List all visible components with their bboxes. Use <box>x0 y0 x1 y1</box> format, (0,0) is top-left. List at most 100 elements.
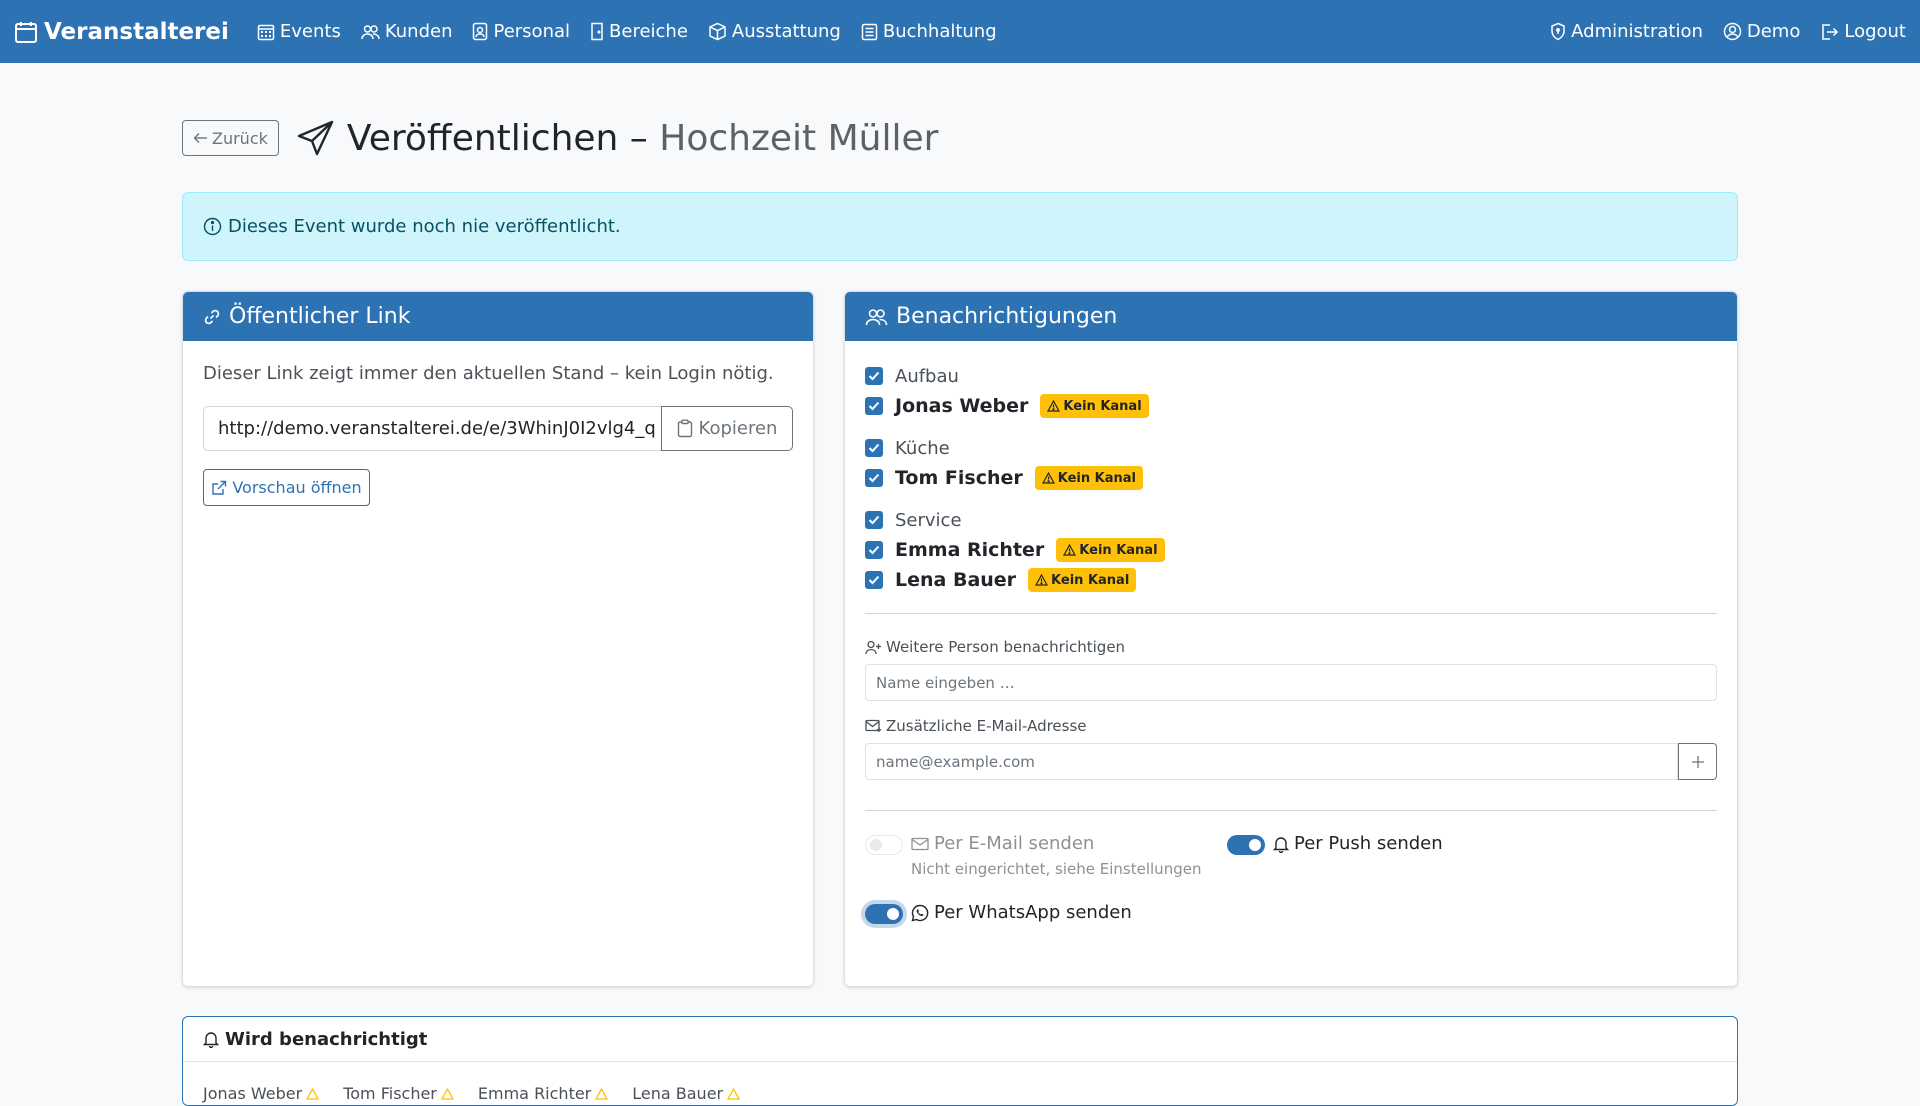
recipient-name: Tom Fischer <box>343 1084 437 1103</box>
add-email-button[interactable] <box>1678 743 1717 780</box>
person-checkbox[interactable] <box>865 571 883 589</box>
bell-icon <box>1273 835 1289 853</box>
public-link-input[interactable]: http://demo.veranstalterei.de/e/3WhinJ0I… <box>203 406 661 451</box>
warning-icon <box>306 1087 320 1100</box>
recipient-name: Lena Bauer <box>632 1084 724 1103</box>
badge-label: Kein Kanal <box>1063 398 1142 414</box>
group-label: Küche <box>895 437 950 459</box>
clipboard-icon <box>677 419 693 438</box>
extra-email-input[interactable]: name@example.com <box>865 743 1678 780</box>
email-switch-item: Per E-Mail senden Nicht eingerichtet, si… <box>865 833 1227 878</box>
extra-email-label: Zusätzliche E-Mail-Adresse <box>886 717 1087 735</box>
recipient-name: Emma Richter <box>477 1084 592 1103</box>
people-icon <box>865 307 888 327</box>
nav-administration[interactable]: Administration <box>1550 21 1703 42</box>
warning-icon <box>727 1087 741 1100</box>
warning-icon <box>1047 400 1061 412</box>
info-alert: Dieses Event wurde noch nie veröffentlic… <box>182 192 1738 261</box>
recipients-list: Jonas Weber Tom Fischer Emma Richter Len… <box>183 1062 1737 1103</box>
person-name: Emma Richter <box>895 539 1045 561</box>
push-switch-label-row: Per Push senden <box>1273 833 1443 854</box>
divider <box>865 810 1717 811</box>
person-row: Jonas Weber Kein Kanal <box>865 391 1717 421</box>
nav-buchhaltung[interactable]: Buchhaltung <box>861 21 997 42</box>
group-row-aufbau: Aufbau <box>865 361 1717 391</box>
person-name: Lena Bauer <box>895 569 1017 591</box>
group-label: Service <box>895 509 962 531</box>
send-icon <box>297 119 335 157</box>
nav-label: Events <box>279 21 341 42</box>
back-button[interactable]: Zurück <box>182 120 279 156</box>
brand[interactable]: Veranstalterei <box>14 19 229 45</box>
copy-button[interactable]: Kopieren <box>661 406 793 451</box>
info-circle-icon <box>203 217 222 236</box>
no-channel-badge: Kein Kanal <box>1056 538 1165 562</box>
nav-events[interactable]: Events <box>257 21 341 42</box>
warning-icon <box>1041 472 1055 484</box>
push-switch[interactable] <box>1227 835 1265 855</box>
group-checkbox-service[interactable] <box>865 511 883 529</box>
nav-kunden[interactable]: Kunden <box>361 21 452 42</box>
preview-label: Vorschau öffnen <box>232 478 362 497</box>
recipients-card: Wird benachrichtigt Jonas Weber Tom Fisc… <box>182 1016 1738 1106</box>
nav-personal[interactable]: Personal <box>472 21 570 42</box>
badge-label: Kein Kanal <box>1079 542 1158 558</box>
push-switch-label: Per Push senden <box>1294 833 1443 854</box>
nav-bereiche[interactable]: Bereiche <box>590 21 688 42</box>
nav-label: Demo <box>1746 21 1801 42</box>
group-checkbox-kueche[interactable] <box>865 439 883 457</box>
copy-label: Kopieren <box>698 418 778 439</box>
email-switch[interactable] <box>865 835 903 855</box>
no-channel-badge: Kein Kanal <box>1028 568 1137 592</box>
public-link-title: Öffentlicher Link <box>229 304 411 329</box>
external-link-icon <box>211 480 227 496</box>
recipient-item: Emma Richter <box>477 1084 609 1103</box>
plus-icon <box>1691 755 1705 769</box>
public-link-description: Dieser Link zeigt immer den aktuellen St… <box>203 363 774 384</box>
email-switch-hint: Nicht eingerichtet, siehe Einstellungen <box>911 860 1202 878</box>
person-checkbox[interactable] <box>865 469 883 487</box>
email-switch-label-row: Per E-Mail senden <box>911 833 1201 854</box>
divider <box>865 613 1717 614</box>
nav-label: Administration <box>1571 21 1703 42</box>
notifications-card: Benachrichtigungen Aufbau Jonas Weber Ke… <box>844 291 1738 987</box>
nav-label: Bereiche <box>609 21 688 42</box>
whatsapp-switch-label-row: Per WhatsApp senden <box>911 902 1132 923</box>
nav-ausstattung[interactable]: Ausstattung <box>708 21 841 42</box>
person-badge-icon <box>472 22 488 41</box>
title-row: Zurück Veröffentlichen – Hochzeit Müller <box>182 116 1738 160</box>
calendar-icon <box>14 20 38 44</box>
recipients-header: Wird benachrichtigt <box>183 1017 1737 1062</box>
no-channel-badge: Kein Kanal <box>1040 394 1149 418</box>
more-person-input[interactable]: Name eingeben … <box>865 664 1717 701</box>
push-switch-item: Per Push senden <box>1227 833 1443 878</box>
nav-label: Ausstattung <box>731 21 841 42</box>
person-checkbox[interactable] <box>865 397 883 415</box>
navbar: Veranstalterei Events Kunden Personal Be… <box>0 0 1920 63</box>
group-row-kueche: Küche <box>865 433 1717 463</box>
recipient-item: Tom Fischer <box>343 1084 454 1103</box>
recipient-name: Jonas Weber <box>203 1084 303 1103</box>
main-content: Zurück Veröffentlichen – Hochzeit Müller… <box>182 63 1738 1106</box>
group-checkbox-aufbau[interactable] <box>865 367 883 385</box>
nav-label: Personal <box>493 21 571 42</box>
alert-text: Dieses Event wurde noch nie veröffentlic… <box>228 216 621 237</box>
whatsapp-switch[interactable] <box>865 904 903 924</box>
whatsapp-switch-item: Per WhatsApp senden <box>865 902 1132 924</box>
back-label: Zurück <box>212 128 268 148</box>
recipient-item: Jonas Weber <box>203 1084 320 1103</box>
person-checkbox[interactable] <box>865 541 883 559</box>
nav-demo-user[interactable]: Demo <box>1723 21 1800 42</box>
event-name: Hochzeit Müller <box>659 117 939 159</box>
channel-switches: Per E-Mail senden Nicht eingerichtet, si… <box>865 833 1717 878</box>
nav-logout[interactable]: Logout <box>1820 21 1906 42</box>
page-title: Veröffentlichen – Hochzeit Müller <box>297 117 939 159</box>
cards-row: Öffentlicher Link Dieser Link zeigt imme… <box>182 291 1738 987</box>
preview-button[interactable]: Vorschau öffnen <box>203 469 370 506</box>
whatsapp-switch-row: Per WhatsApp senden <box>865 902 1717 924</box>
warning-icon <box>1035 574 1049 586</box>
envelope-icon <box>911 837 929 851</box>
more-person-label: Weitere Person benachrichtigen <box>886 638 1126 656</box>
whatsapp-switch-label: Per WhatsApp senden <box>934 902 1132 923</box>
extra-email-group: name@example.com <box>865 743 1717 780</box>
